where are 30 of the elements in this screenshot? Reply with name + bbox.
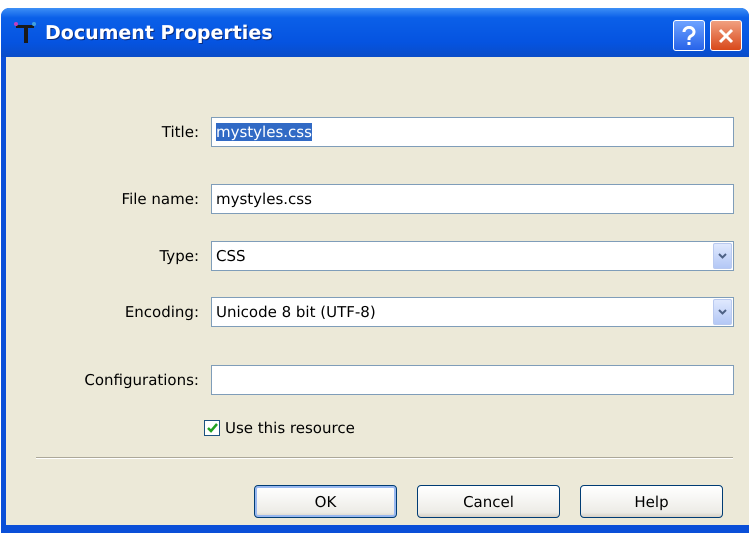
dropdown-button[interactable] (713, 299, 732, 325)
field-value: mystyles.css (216, 190, 312, 208)
field-label: Encoding: (124, 303, 199, 321)
dropdown-field[interactable]: Unicode 8 bit (UTF-8) (211, 297, 734, 327)
close-icon (718, 28, 734, 44)
field-label: Configurations: (83, 371, 199, 389)
dropdown-field[interactable]: CSS (211, 241, 734, 271)
question-icon (682, 26, 696, 46)
window-title: Document Properties (45, 22, 273, 44)
field-value: Unicode 8 bit (UTF-8) (216, 303, 376, 321)
dialog-button[interactable]: Cancel (417, 485, 560, 518)
field-value: CSS (216, 247, 246, 265)
chevron-icon (718, 309, 727, 315)
checkmark-icon (206, 423, 218, 433)
app-icon (12, 20, 38, 44)
input-field[interactable] (211, 365, 734, 395)
field-label: File name: (120, 190, 199, 208)
input-field[interactable]: mystyles.css (211, 117, 734, 147)
chevron-icon (718, 253, 727, 259)
help-button[interactable] (673, 20, 705, 51)
field-value: mystyles.css (216, 123, 312, 141)
field-label: Title: (160, 123, 199, 141)
field-label: Type: (158, 247, 199, 265)
input-field[interactable]: mystyles.css (211, 184, 734, 214)
dialog-button[interactable]: OK (254, 485, 397, 518)
checkbox[interactable] (204, 420, 220, 436)
checkbox-label[interactable]: Use this resource (225, 419, 355, 437)
dialog-button[interactable]: Help (580, 485, 723, 518)
close-button[interactable] (710, 20, 742, 51)
dropdown-button[interactable] (713, 243, 732, 269)
